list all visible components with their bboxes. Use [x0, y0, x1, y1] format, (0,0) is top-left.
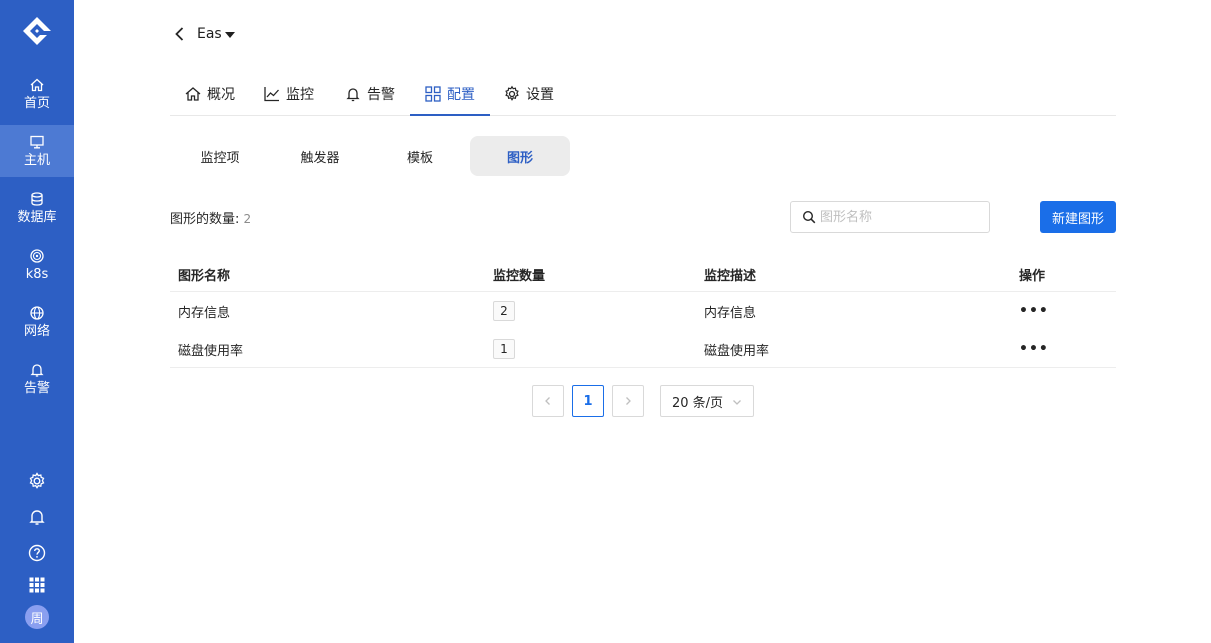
sidebar-item-label: 数据库 — [17, 209, 57, 225]
sidebar-item-label: 主机 — [23, 152, 50, 168]
tab-settings[interactable]: 设置 — [503, 72, 554, 116]
table-header: 图形名称 监控数量 监控描述 操作 — [170, 256, 1116, 292]
help-icon[interactable] — [27, 543, 47, 563]
subtab-items[interactable]: 监控项 — [170, 136, 270, 176]
column-header: 图形名称 — [178, 268, 231, 284]
graph-name-cell: 内存信息 — [178, 305, 231, 321]
tab-monitor[interactable]: 监控 — [263, 72, 314, 116]
chevron-right-icon — [626, 397, 631, 405]
item-count-cell: 1 — [493, 330, 515, 368]
back-chevron-icon[interactable] — [170, 24, 190, 44]
prev-page-button[interactable] — [532, 385, 564, 417]
grid-icon — [425, 86, 441, 102]
column-header: 监控数量 — [493, 268, 546, 284]
home-icon — [30, 78, 44, 91]
graph-name-cell: 磁盘使用率 — [178, 343, 244, 359]
sidebar-item-label: k8s — [25, 266, 49, 282]
sidebar-item-database[interactable]: 数据库 — [0, 182, 74, 234]
database-icon — [31, 191, 43, 206]
tab-alerts[interactable]: 告警 — [344, 72, 395, 116]
sidebar: 首页 主机 数据库 k8s 网络 告警 周 — [0, 0, 74, 643]
graph-count: 图形的数量: 2 — [170, 208, 251, 227]
item-count-cell: 2 — [493, 292, 515, 330]
row-actions-cell: ••• — [1019, 330, 1049, 368]
gear-icon — [505, 85, 519, 101]
subtab-templates[interactable]: 模板 — [370, 136, 470, 176]
column-header: 监控描述 — [704, 268, 757, 284]
host-name: Eas — [197, 26, 222, 42]
new-graph-button[interactable]: 新建图形 — [1040, 201, 1116, 233]
subtab-graphs[interactable]: 图形 — [470, 136, 570, 176]
globe-icon — [30, 305, 44, 320]
tab-label: 监控 — [286, 87, 314, 103]
item-count-badge: 2 — [493, 301, 515, 321]
tab-config[interactable]: 配置 — [424, 72, 475, 116]
column-header: 操作 — [1019, 268, 1046, 284]
caret-down-icon — [224, 32, 235, 38]
bell-icon — [346, 88, 360, 102]
main-tabs: 概况 监控 告警 配置 设置 — [170, 72, 1116, 116]
page-size-value: 20 条/页 — [672, 395, 724, 411]
host-selector[interactable]: Eas — [197, 24, 235, 44]
sidebar-item-home[interactable]: 首页 — [0, 68, 74, 120]
tab-label: 告警 — [367, 87, 395, 103]
bell-icon — [30, 363, 44, 377]
chevron-left-icon — [545, 397, 550, 405]
apps-grid-icon[interactable] — [27, 575, 47, 595]
search-icon — [802, 210, 816, 224]
graph-count-label: 图形的数量: — [170, 212, 240, 227]
more-actions-icon[interactable]: ••• — [1019, 303, 1049, 319]
chevron-down-icon — [733, 400, 741, 405]
graphs-table: 图形名称 监控数量 监控描述 操作 内存信息 2 内存信息 ••• 磁盘使用率 … — [170, 256, 1116, 368]
gear-icon[interactable] — [27, 471, 47, 491]
monitor-icon — [30, 135, 44, 148]
page-size-select[interactable]: 20 条/页 — [660, 385, 754, 417]
app-logo-icon[interactable] — [21, 15, 53, 47]
sidebar-item-label: 首页 — [23, 95, 50, 111]
search-input[interactable] — [820, 202, 985, 232]
sidebar-item-host[interactable]: 主机 — [0, 125, 74, 177]
tab-overview[interactable]: 概况 — [184, 72, 235, 116]
kubernetes-icon — [30, 248, 44, 263]
table-row: 内存信息 2 内存信息 ••• — [170, 292, 1116, 330]
more-actions-icon[interactable]: ••• — [1019, 341, 1049, 357]
description-cell: 磁盘使用率 — [704, 343, 770, 359]
sidebar-item-alerts[interactable]: 告警 — [0, 353, 74, 405]
bell-icon[interactable] — [27, 507, 47, 527]
description-cell: 内存信息 — [704, 305, 757, 321]
avatar[interactable]: 周 — [25, 605, 49, 629]
tab-label: 设置 — [526, 87, 554, 103]
graph-count-value: 2 — [243, 212, 252, 226]
tab-label: 配置 — [447, 87, 475, 103]
sidebar-item-network[interactable]: 网络 — [0, 296, 74, 348]
line-chart-icon — [264, 87, 279, 102]
search-box[interactable] — [790, 201, 990, 233]
sidebar-item-label: 告警 — [23, 380, 50, 396]
home-icon — [185, 87, 201, 101]
sidebar-item-label: 网络 — [23, 323, 50, 339]
active-tab-indicator — [410, 114, 490, 116]
page-number-button[interactable]: 1 — [572, 385, 604, 417]
sidebar-item-k8s[interactable]: k8s — [0, 239, 74, 291]
tab-label: 概况 — [207, 87, 235, 103]
item-count-badge: 1 — [493, 339, 515, 359]
next-page-button[interactable] — [612, 385, 644, 417]
table-row: 磁盘使用率 1 磁盘使用率 ••• — [170, 330, 1116, 368]
subtab-triggers[interactable]: 触发器 — [270, 136, 370, 176]
row-actions-cell: ••• — [1019, 292, 1049, 330]
